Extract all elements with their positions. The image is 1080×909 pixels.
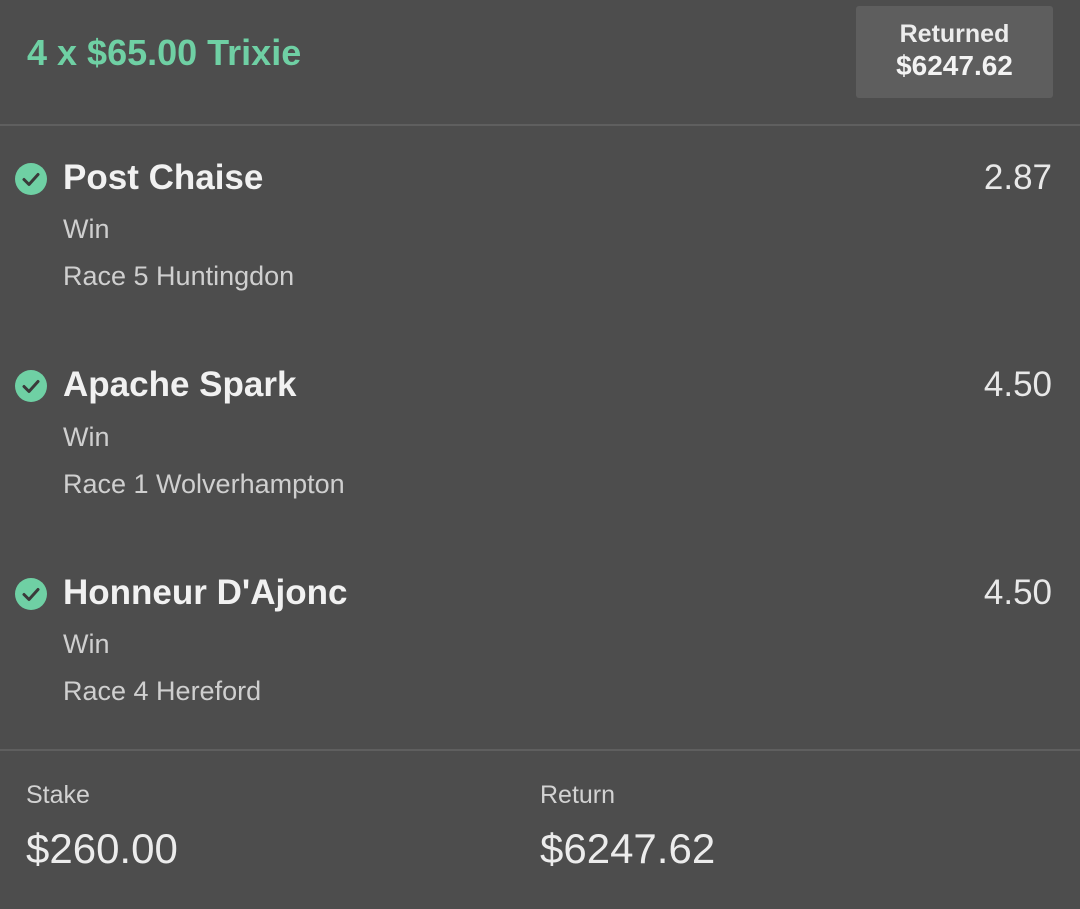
selection-market: Win — [63, 214, 110, 244]
bet-summary: Stake $260.00 Return $6247.62 — [0, 749, 1080, 909]
return-value: $6247.62 — [540, 825, 716, 872]
bet-title: 4 x $65.00 Trixie — [27, 32, 302, 73]
selection-odds: 2.87 — [983, 158, 1052, 197]
selection-event: Race 1 Wolverhampton — [63, 469, 345, 499]
selection-event: Race 5 Huntingdon — [63, 261, 295, 291]
returned-amount: $6247.62 — [896, 50, 1013, 81]
selection-odds: 4.50 — [983, 573, 1052, 612]
bet-card: 4 x $65.00 Trixie Returned $6247.62 Post… — [0, 0, 1080, 909]
selection-market: Win — [63, 629, 110, 659]
returned-label: Returned — [899, 20, 1010, 48]
returned-badge: Returned $6247.62 — [856, 6, 1053, 98]
stake-label: Stake — [26, 781, 90, 809]
selection-name: Honneur D'Ajonc — [63, 573, 348, 612]
selection-name: Apache Spark — [63, 365, 297, 404]
check-circle-icon — [15, 578, 47, 610]
selection-market: Win — [63, 422, 110, 452]
selection-odds: 4.50 — [983, 365, 1052, 404]
bet-header: 4 x $65.00 Trixie Returned $6247.62 — [0, 0, 1080, 126]
return-label: Return — [540, 781, 616, 809]
selection-event: Race 4 Hereford — [63, 676, 262, 706]
check-circle-icon — [15, 163, 47, 195]
check-circle-icon — [15, 370, 47, 402]
stake-value: $260.00 — [26, 825, 178, 872]
selection-name: Post Chaise — [63, 158, 264, 197]
